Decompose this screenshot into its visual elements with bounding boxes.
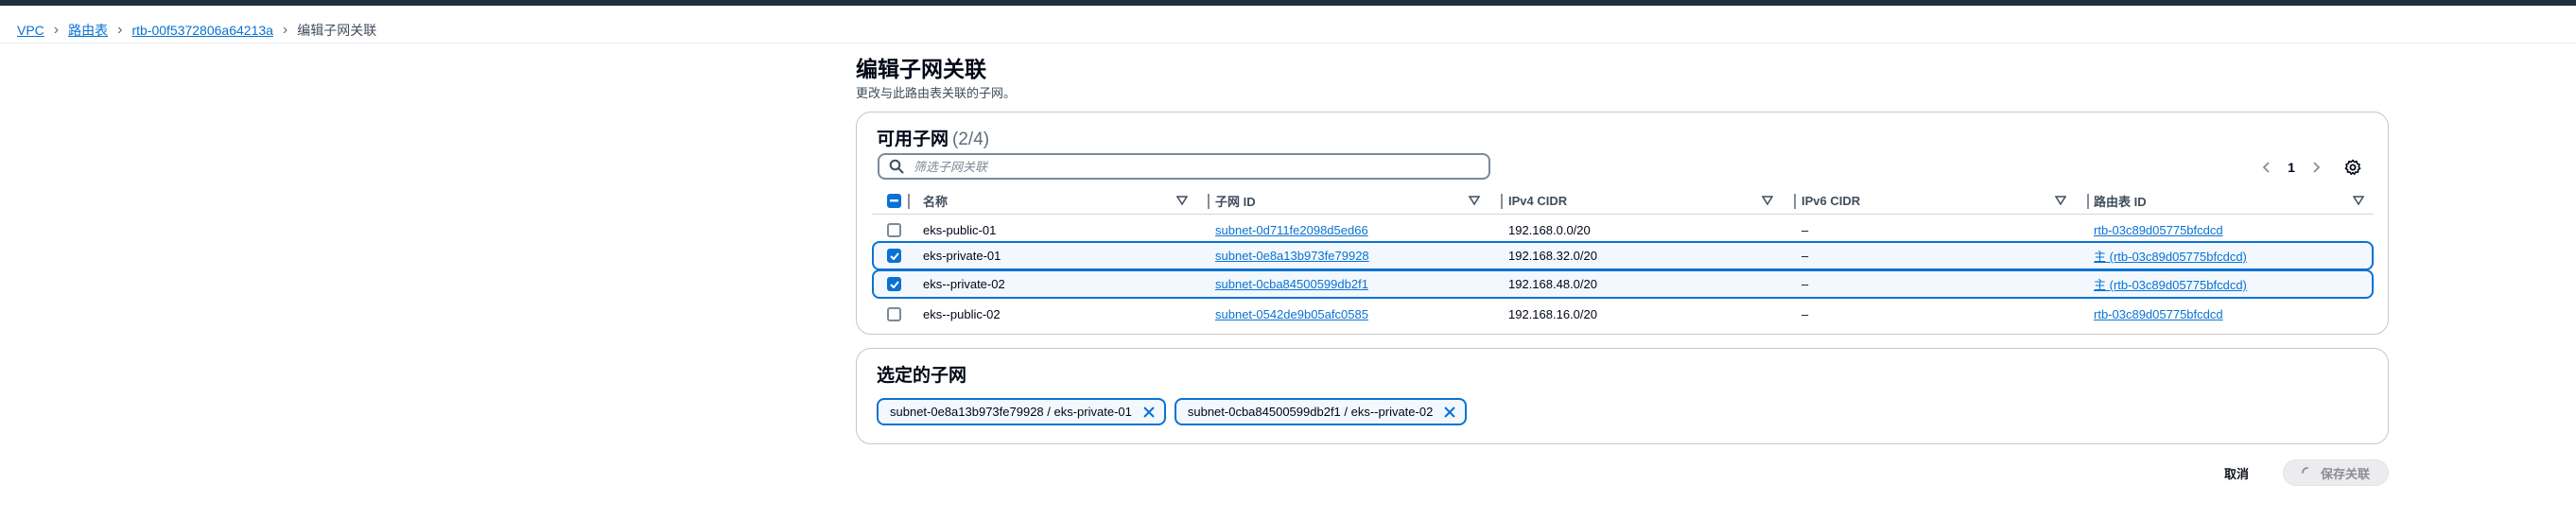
subnet-id-link[interactable]: subnet-0cba84500599db2f1 — [1215, 277, 1368, 291]
selected-subnet-token: subnet-0e8a13b973fe79928 / eks-private-0… — [877, 398, 1166, 425]
column-header-ipv4-cidr[interactable]: IPv4 CIDR — [1508, 186, 1792, 215]
filter-input[interactable] — [914, 158, 1481, 175]
selected-subnets-container: 选定的子网 subnet-0e8a13b973fe79928 / eks-pri… — [856, 348, 2389, 444]
table-header: 名称 子网 ID IPv4 CIDR IPv6 CIDR 路由表 ID — [872, 186, 2374, 215]
table-row-selected[interactable]: eks-private-01 subnet-0e8a13b973fe79928 … — [872, 241, 2374, 270]
selected-subnet-token: subnet-0cba84500599db2f1 / eks--private-… — [1174, 398, 1468, 425]
breadcrumb-current: 编辑子网关联 — [297, 23, 377, 38]
breadcrumb-vpc-link[interactable]: VPC — [17, 23, 44, 38]
close-icon[interactable] — [1442, 405, 1457, 420]
subnet-name: eks-private-01 — [923, 249, 1001, 263]
breadcrumb-route-tables-link[interactable]: 路由表 — [68, 21, 108, 40]
page-number-button[interactable]: 1 — [2277, 160, 2306, 175]
token-label: subnet-0e8a13b973fe79928 / eks-private-0… — [890, 405, 1132, 419]
route-table-link[interactable]: 主 (rtb-03c89d05775bfcdcd) — [2094, 275, 2247, 293]
chevron-right-icon[interactable] — [2306, 157, 2326, 178]
ipv6-cidr: – — [1801, 277, 1809, 291]
sort-triangle-icon — [1176, 196, 1188, 206]
loading-icon — [2302, 467, 2308, 474]
sort-triangle-icon — [2353, 196, 2364, 206]
column-header-ipv6-cidr[interactable]: IPv6 CIDR — [1801, 186, 2085, 215]
column-divider[interactable] — [1208, 194, 1210, 209]
token-label: subnet-0cba84500599db2f1 / eks--private-… — [1187, 405, 1434, 419]
selected-subnets-token-group: subnet-0e8a13b973fe79928 / eks-private-0… — [877, 398, 1468, 425]
save-associations-button[interactable]: 保存关联 — [2283, 459, 2389, 486]
route-table-link[interactable]: 主 (rtb-03c89d05775bfcdcd) — [2094, 247, 2247, 265]
ipv6-cidr: – — [1801, 307, 1809, 321]
column-header-name[interactable]: 名称 — [923, 186, 1207, 215]
route-table-link[interactable]: rtb-03c89d05775bfcdcd — [2094, 307, 2223, 321]
subnet-id-link[interactable]: subnet-0d711fe2098d5ed66 — [1215, 223, 1368, 237]
save-button-label: 保存关联 — [2320, 466, 2370, 481]
pagination: 1 — [2256, 157, 2326, 178]
page-description: 更改与此路由表关联的子网。 — [856, 86, 1017, 100]
chevron-left-icon[interactable] — [2256, 157, 2277, 178]
breadcrumb-route-table-link[interactable]: rtb-00f5372806a64213a — [131, 23, 272, 38]
chevron-right-icon: › — [282, 22, 288, 38]
column-header-ipv6-cidr-label: IPv6 CIDR — [1801, 193, 1861, 208]
breadcrumb: VPC › 路由表 › rtb-00f5372806a64213a › 编辑子网… — [17, 21, 376, 40]
gear-icon[interactable] — [2342, 157, 2363, 178]
subnet-name: eks--private-02 — [923, 277, 1005, 291]
available-subnets-title: 可用子网 — [877, 130, 949, 149]
chevron-right-icon: › — [53, 22, 60, 38]
column-header-route-table-id[interactable]: 路由表 ID — [2094, 186, 2370, 215]
sort-triangle-icon — [2055, 196, 2066, 206]
column-header-route-table-id-label: 路由表 ID — [2094, 194, 2147, 209]
selection-count: (2/4) — [952, 130, 990, 149]
ipv6-cidr: – — [1801, 249, 1809, 263]
row-checkbox[interactable] — [887, 223, 901, 237]
column-divider[interactable] — [1501, 194, 1503, 209]
row-checkbox-checked[interactable] — [887, 249, 901, 263]
route-table-link[interactable]: rtb-03c89d05775bfcdcd — [2094, 223, 2223, 237]
subnet-name: eks--public-02 — [923, 307, 1001, 321]
table-row-selected[interactable]: eks--private-02 subnet-0cba84500599db2f1… — [872, 269, 2374, 299]
column-header-ipv4-cidr-label: IPv4 CIDR — [1508, 193, 1568, 208]
column-divider[interactable] — [2087, 194, 2089, 209]
column-header-subnet-id[interactable]: 子网 ID — [1215, 186, 1499, 215]
ipv4-cidr: 192.168.48.0/20 — [1508, 277, 1597, 291]
subnet-id-link[interactable]: subnet-0542de9b05afc0585 — [1215, 307, 1368, 321]
row-checkbox[interactable] — [887, 307, 901, 321]
ipv4-cidr: 192.168.16.0/20 — [1508, 307, 1597, 321]
available-subnets-header: 可用子网 (2/4) — [877, 125, 989, 150]
table-row[interactable]: eks--public-02 subnet-0542de9b05afc0585 … — [872, 300, 2374, 329]
column-divider[interactable] — [908, 194, 910, 209]
cancel-button[interactable]: 取消 — [2213, 460, 2260, 485]
available-subnets-container: 可用子网(2/4) 1 名称 — [856, 112, 2389, 335]
column-divider[interactable] — [1794, 194, 1796, 209]
chevron-right-icon: › — [117, 22, 123, 38]
row-checkbox-checked[interactable] — [887, 277, 901, 291]
ipv4-cidr: 192.168.32.0/20 — [1508, 249, 1597, 263]
subnet-id-link[interactable]: subnet-0e8a13b973fe79928 — [1215, 249, 1369, 263]
page-title: 编辑子网关联 — [856, 57, 986, 81]
select-all-checkbox[interactable] — [887, 186, 901, 215]
column-header-subnet-id-label: 子网 ID — [1215, 194, 1256, 209]
column-header-name-label: 名称 — [923, 194, 949, 209]
sort-triangle-icon — [1469, 196, 1480, 206]
selected-subnets-title: 选定的子网 — [877, 366, 967, 386]
search-icon — [889, 159, 904, 174]
close-icon[interactable] — [1141, 405, 1157, 420]
filter-search-box[interactable] — [878, 153, 1490, 180]
breadcrumb-bar: VPC › 路由表 › rtb-00f5372806a64213a › 编辑子网… — [0, 6, 2576, 43]
checkbox-icon — [887, 193, 901, 208]
sort-triangle-icon — [1762, 196, 1773, 206]
